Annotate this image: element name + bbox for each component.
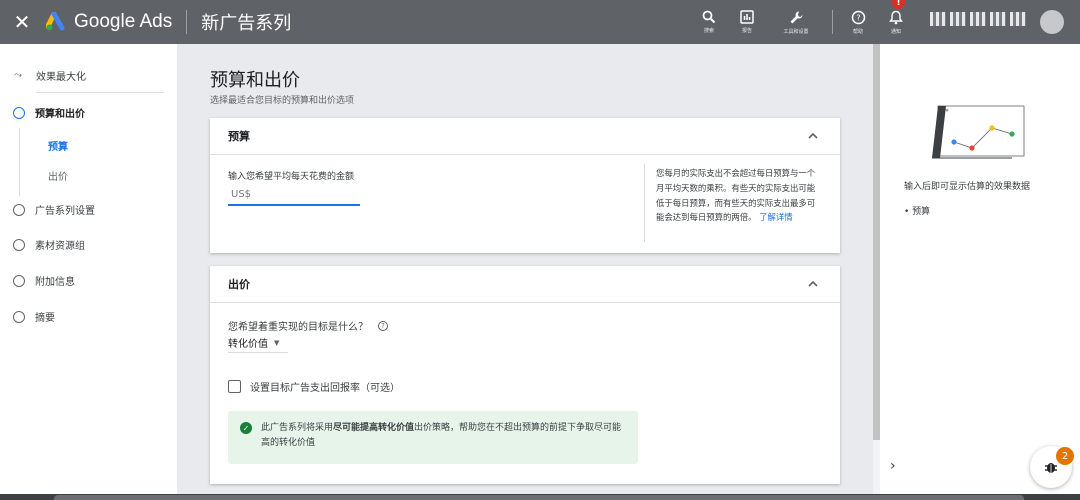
feedback-badge: 2 [1056,447,1074,465]
avatar[interactable] [1040,10,1064,34]
step-circle-icon [13,274,25,287]
target-roas-checkbox[interactable] [228,380,241,393]
help-divider [644,164,645,242]
chevron-up-icon[interactable] [806,129,820,143]
reports-icon [740,10,754,24]
help-icon: ? [851,10,865,24]
bidding-strategy-alert: ✓ 此广告系列将采用尽可能提高转化价值出价策略，帮助您在不超出预算的前提下争取尽… [228,411,638,464]
budget-card-header[interactable]: 预算 [210,118,840,155]
bell-icon [889,10,903,24]
step-circle-icon [13,106,25,119]
search-button[interactable]: 搜索 [690,0,728,44]
page-subtitle: 选择最适合您目标的预算和出价选项 [210,96,355,106]
topbar-actions-divider [832,10,833,34]
sidebar-item-summary[interactable]: 摘要 [0,309,177,324]
sidebar-item-label: 摘要 [35,313,55,324]
estimate-bullet: • 预算 [904,207,931,217]
product-name: Google Ads [74,11,173,32]
bidding-card-header[interactable]: 出价 [210,266,840,303]
search-label: 搜索 [703,28,714,34]
sidebar-divider [36,92,164,93]
sidebar-item-campaign-settings[interactable]: 广告系列设置 [0,202,177,217]
chevron-right-icon[interactable]: › [890,458,896,474]
chevron-up-icon[interactable] [806,277,820,291]
help-circle-icon[interactable]: ? [378,320,388,331]
wrench-icon [790,11,802,23]
google-ads-logo-icon [46,12,65,31]
budget-help-text: 您每月的实际支出不会超过每日预算与一个月平均天数的乘积。有些天的实际支出可能低于… [656,166,819,225]
sidebar-item-label: 预算和出价 [35,109,85,120]
step-circle-icon [13,310,25,323]
bidding-card: 出价 您希望着重实现的目标是什么？ ? 转化价值 ▼ 设置目标广告支出回报率（可… [210,266,840,484]
scrollbar-thumb[interactable] [873,44,880,440]
notifications-button[interactable]: ! 通知 [877,0,915,44]
bug-icon [1045,463,1057,473]
sidebar-subitem-bidding[interactable]: 出价 [48,168,68,183]
bidding-goal-selected: 转化价值 [228,339,268,350]
bidding-goal-select[interactable]: 转化价值 ▼ [228,333,288,353]
top-app-bar: ✕ Google Ads 新广告系列 搜索 报告 工具和设置 ? 帮助 ! 通知 [0,0,1080,44]
help-button[interactable]: ? 帮助 [839,0,877,44]
step-circle-icon [13,203,25,216]
alert-text: 此广告系列将采用尽可能提高转化价值出价策略，帮助您在不超出预算的前提下争取尽可能… [261,421,626,454]
budget-field-label: 输入您希望平均每天花费的金额 [228,172,355,182]
tools-settings-label: 工具和设置 [783,28,809,35]
estimate-panel: 输入后即可显示估算的效果数据 • 预算 › [880,44,1080,500]
alert-text-before: 此广告系列将采用 [261,423,334,433]
sidebar-item-label: 效果最大化 [36,72,86,83]
sidebar-nav: ⤳ 效果最大化 预算和出价 预算 出价 广告系列设置 素材资源组 附加信息 摘要 [0,44,177,500]
bottom-handle [54,495,1024,500]
target-roas-label: 设置目标广告支出回报率（可选） [250,383,400,394]
sidebar-item-label: 广告系列设置 [35,206,95,217]
search-icon [702,10,716,24]
bidding-goal-question: 您希望着重实现的目标是什么？ ? [228,318,388,333]
topbar-divider [186,10,188,34]
page-title: 预算和出价 [210,70,300,91]
account-info-blurred[interactable] [930,12,1026,26]
sidebar-item-label: 附加信息 [35,277,75,288]
notifications-label: 通知 [890,28,901,35]
sidebar-item-label: 素材资源组 [35,241,85,252]
tools-settings-button[interactable]: 工具和设置 [766,0,826,44]
bidding-goal-question-text: 您希望着重实现的目标是什么？ [228,322,368,333]
estimate-bullet-label: 预算 [912,207,931,217]
notification-badge: ! [892,0,905,9]
learn-more-link[interactable]: 了解详情 [759,212,793,222]
google-ads-logo[interactable]: Google Ads [46,11,172,33]
check-circle-icon: ✓ [240,422,252,434]
trend-icon: ⤳ [14,70,22,81]
help-label: 帮助 [852,28,863,35]
reports-button[interactable]: 报告 [728,0,766,44]
topbar-actions: 搜索 报告 工具和设置 ? 帮助 ! 通知 [690,0,915,44]
close-icon[interactable]: ✕ [0,0,44,44]
page-header-title: 新广告系列 [201,13,292,34]
substep-rail [19,128,20,196]
estimate-placeholder-text: 输入后即可显示估算的效果数据 [904,182,1031,192]
target-roas-checkbox-row[interactable]: 设置目标广告支出回报率（可选） [228,379,400,394]
sidebar-item-budget-bidding[interactable]: 预算和出价 [0,105,177,120]
main-content: 预算和出价 选择最适合您目标的预算和出价选项 预算 输入您希望平均每天花费的金额… [177,44,873,500]
budget-card: 预算 输入您希望平均每天花费的金额 您每月的实际支出不会超过每日预算与一个月平均… [210,118,840,253]
sidebar-item-extensions[interactable]: 附加信息 [0,273,177,288]
alert-text-strategy: 尽可能提高转化价值 [333,423,415,433]
daily-budget-input[interactable] [228,184,360,206]
budget-card-title: 预算 [228,130,250,143]
sidebar-item-asset-groups[interactable]: 素材资源组 [0,237,177,252]
svg-text:?: ? [856,13,860,22]
sidebar-subitem-budget[interactable]: 预算 [48,138,68,153]
bidding-card-title: 出价 [228,278,250,291]
sidebar-item-campaign-type[interactable]: ⤳ 效果最大化 [0,68,177,83]
dropdown-arrow-icon: ▼ [274,338,280,347]
reports-label: 报告 [741,28,752,34]
step-circle-icon [13,238,25,251]
chart-illustration-icon [932,105,1025,159]
